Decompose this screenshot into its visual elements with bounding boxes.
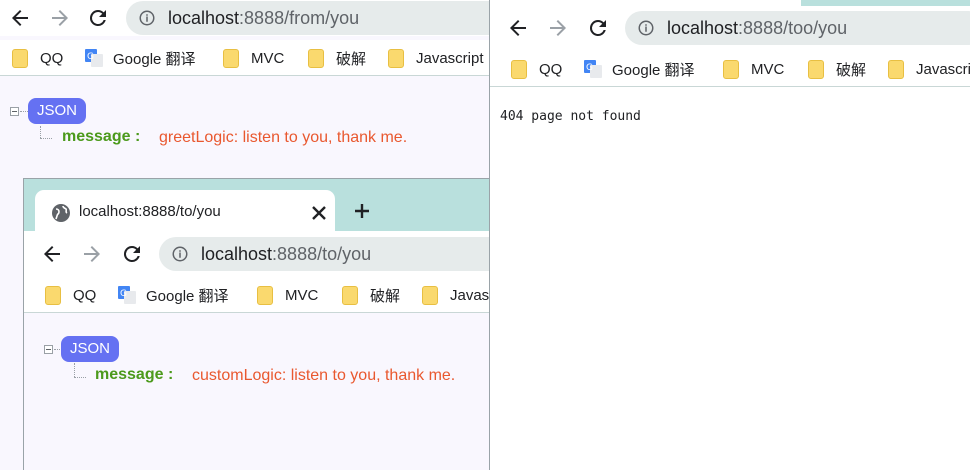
bookmark-google-translate[interactable]: G Google 翻译 [118, 285, 229, 305]
bookmark-mvc[interactable]: MVC [223, 48, 284, 68]
tree-line [74, 363, 75, 377]
info-icon[interactable] [171, 245, 189, 263]
globe-icon [49, 201, 70, 222]
url-text: localhost:8888/to/you [201, 244, 372, 264]
folder-icon [308, 48, 324, 68]
folder-icon [342, 285, 358, 305]
bookmark-crack[interactable]: 破解 [308, 48, 366, 68]
folder-icon [45, 285, 61, 305]
tree-line [40, 126, 41, 138]
bookmark-javascript[interactable]: Javascri [888, 59, 970, 79]
reload-icon[interactable] [586, 16, 610, 40]
google-translate-icon: G [584, 60, 602, 78]
forward-arrow-icon[interactable] [546, 16, 570, 40]
bookmarks-bar: QQ G Google 翻译 MVC 破解 Javascript [0, 40, 500, 76]
folder-icon [388, 48, 404, 68]
tree-line [74, 377, 86, 378]
folder-icon [422, 285, 438, 305]
json-badge[interactable]: JSON [61, 336, 120, 362]
json-badge[interactable]: JSON [28, 98, 87, 124]
reload-icon[interactable] [86, 6, 110, 30]
back-arrow-icon[interactable] [8, 6, 32, 30]
svg-text:G: G [87, 52, 94, 62]
folder-icon [888, 59, 904, 79]
folder-icon [808, 59, 824, 79]
folder-icon [223, 48, 239, 68]
bookmark-javascript[interactable]: Javascript [388, 48, 484, 68]
json-value: greetLogic: listen to you, thank me. [159, 129, 408, 146]
bookmark-google-translate[interactable]: G Google 翻译 [584, 59, 695, 79]
folder-icon [257, 285, 273, 305]
svg-text:G: G [586, 63, 593, 73]
reload-icon[interactable] [120, 242, 144, 266]
tab-active[interactable]: localhost:8888/to/you [35, 190, 335, 231]
address-bar[interactable]: localhost:8888/from/you [126, 1, 500, 35]
bookmarks-bar: QQ G Google 翻译 MVC 破解 Javascri [490, 51, 970, 87]
google-translate-icon: G [85, 49, 103, 67]
folder-icon [12, 48, 28, 68]
folder-icon [511, 59, 527, 79]
tree-line [40, 138, 52, 139]
back-arrow-icon[interactable] [40, 242, 64, 266]
close-icon[interactable] [307, 201, 326, 220]
bookmarks-bar: QQ G Google 翻译 MVC 破解 Javasc [24, 277, 503, 313]
svg-text:G: G [120, 289, 127, 299]
tab-title: localhost:8888/to/you [79, 203, 221, 220]
bookmark-qq[interactable]: QQ [511, 59, 562, 79]
json-key: message : [95, 366, 174, 383]
tab-strip: localhost:8888/to/you [24, 179, 503, 231]
bookmark-qq[interactable]: QQ [12, 48, 63, 68]
address-bar[interactable]: localhost:8888/too/you [625, 11, 970, 45]
bookmark-qq[interactable]: QQ [45, 285, 96, 305]
folder-icon [723, 59, 739, 79]
address-bar[interactable]: localhost:8888/to/you [159, 237, 503, 271]
url-text: localhost:8888/from/you [168, 8, 360, 28]
tree-line [20, 111, 28, 112]
toolbar: localhost:8888/to/you [24, 231, 503, 277]
forward-arrow-icon[interactable] [80, 242, 104, 266]
bookmark-javascript[interactable]: Javasc [422, 285, 497, 305]
error-message: 404 page not found [500, 109, 641, 124]
new-tab-icon[interactable] [350, 199, 374, 223]
forward-arrow-icon[interactable] [48, 6, 72, 30]
bookmark-crack[interactable]: 破解 [808, 59, 866, 79]
bookmark-mvc[interactable]: MVC [257, 285, 318, 305]
back-arrow-icon[interactable] [506, 16, 530, 40]
info-icon[interactable] [637, 19, 655, 37]
collapse-toggle-icon[interactable] [10, 107, 19, 116]
json-value: customLogic: listen to you, thank me. [192, 367, 456, 384]
browser-window-too: localhost:8888/too/you QQ G Google 翻译 MV… [489, 0, 970, 470]
url-text: localhost:8888/too/you [667, 18, 848, 38]
collapse-toggle-icon[interactable] [44, 345, 53, 354]
browser-window-to: localhost:8888/to/you localhost:8888/to/… [23, 178, 503, 470]
bookmark-google-translate[interactable]: G Google 翻译 [85, 48, 196, 68]
bookmark-crack[interactable]: 破解 [342, 285, 400, 305]
toolbar: localhost:8888/too/you [490, 6, 970, 50]
toolbar: localhost:8888/from/you [0, 0, 500, 36]
bookmark-mvc[interactable]: MVC [723, 59, 784, 79]
google-translate-icon: G [118, 286, 136, 304]
info-icon[interactable] [138, 9, 156, 27]
json-key: message : [62, 128, 141, 145]
